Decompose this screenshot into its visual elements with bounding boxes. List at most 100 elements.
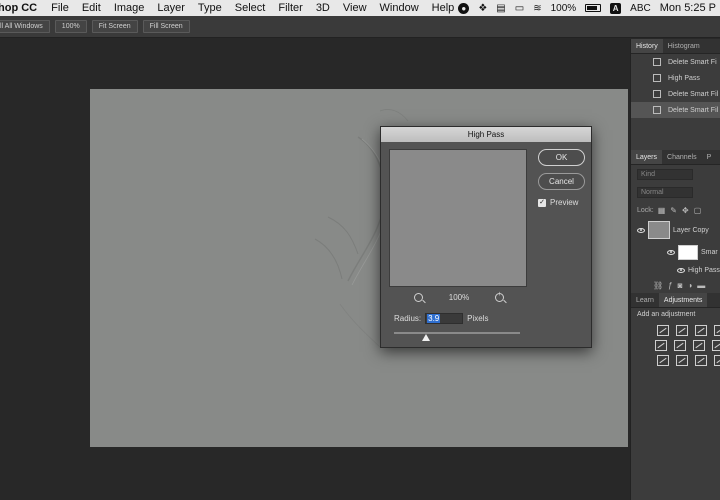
ok-button[interactable]: OK	[538, 149, 585, 166]
lock-artboard-icon[interactable]: ▢	[694, 206, 702, 215]
layer-row[interactable]: Layer Copy	[631, 219, 720, 241]
radius-input[interactable]: 3.9	[425, 313, 464, 324]
extension-icon[interactable]: ▤	[496, 3, 505, 14]
history-item-active[interactable]: Delete Smart Fil	[631, 102, 720, 118]
posterize-icon[interactable]	[676, 355, 688, 366]
new-group-icon[interactable]: ▬	[697, 281, 705, 290]
link-layers-icon[interactable]: ⛓	[653, 281, 663, 290]
dropbox-icon[interactable]: ❖	[478, 3, 487, 14]
input-source-icon[interactable]: A	[610, 2, 622, 14]
preview-checkbox[interactable]: ✓	[538, 198, 546, 207]
zoom-out-icon[interactable]: −	[414, 291, 423, 302]
hue-saturation-icon[interactable]	[674, 340, 686, 351]
gradient-map-icon[interactable]	[714, 355, 720, 366]
filter-mask-thumbnail	[678, 244, 698, 260]
dialog-title[interactable]: High Pass	[381, 127, 591, 142]
black-white-icon[interactable]	[712, 340, 720, 351]
wifi-icon[interactable]: ≋	[533, 3, 541, 14]
fill-screen-button[interactable]: Fill Screen	[142, 20, 190, 33]
menu-file[interactable]: File	[51, 2, 69, 14]
color-balance-icon[interactable]	[693, 340, 705, 351]
menu-image[interactable]: Image	[114, 2, 145, 14]
levels-icon[interactable]	[676, 325, 688, 336]
preview-label: Preview	[550, 198, 579, 207]
menu-view[interactable]: View	[343, 2, 367, 14]
layer-name[interactable]: Layer Copy	[673, 227, 709, 234]
radius-value: 3.9	[427, 314, 441, 323]
tab-channels[interactable]: Channels	[662, 150, 702, 164]
menu-window[interactable]: Window	[380, 2, 419, 14]
blend-mode-select[interactable]: Normal	[637, 186, 693, 198]
tab-adjustments[interactable]: Adjustments	[658, 293, 708, 307]
radius-slider-track[interactable]	[394, 332, 520, 334]
menu-3d[interactable]: 3D	[316, 2, 330, 14]
layer-filter-row: Kind	[631, 165, 720, 183]
zoom-in-icon[interactable]: +	[495, 291, 504, 302]
record-icon[interactable]: ●	[458, 2, 470, 14]
battery-icon[interactable]	[585, 4, 602, 12]
visibility-eye-icon[interactable]	[667, 249, 675, 255]
zoom-controls: − 100% +	[414, 291, 504, 302]
lock-transparent-icon[interactable]: ▦	[658, 206, 666, 215]
clock[interactable]: Mon 5:25 P	[660, 2, 716, 14]
cancel-button[interactable]: Cancel	[538, 173, 585, 190]
panel-spacer	[631, 118, 720, 150]
lock-position-icon[interactable]: ✥	[682, 206, 689, 215]
radius-label: Radius:	[394, 314, 422, 323]
fit-screen-button[interactable]: Fit Screen	[91, 20, 138, 33]
history-step-icon	[653, 58, 661, 66]
vibrance-icon[interactable]	[655, 340, 667, 351]
menu-edit[interactable]: Edit	[82, 2, 101, 14]
history-step-icon	[653, 106, 661, 114]
zoom-100-button[interactable]: 100%	[54, 20, 87, 33]
history-list: Delete Smart Fi High Pass Delete Smart F…	[631, 54, 720, 118]
tab-histogram[interactable]: Histogram	[663, 39, 705, 53]
menu-layer[interactable]: Layer	[157, 2, 185, 14]
filter-preview-window[interactable]	[389, 149, 527, 287]
new-adjustment-icon[interactable]: ◑	[687, 281, 692, 290]
visibility-eye-icon[interactable]	[677, 267, 685, 273]
smart-filters-row[interactable]: Smar	[631, 241, 720, 263]
history-panel-tabs: History Histogram	[631, 39, 720, 54]
exposure-icon[interactable]	[714, 325, 720, 336]
brightness-contrast-icon[interactable]	[657, 325, 669, 336]
radius-slider-thumb[interactable]	[421, 334, 430, 341]
zoom-level: 100%	[448, 293, 470, 302]
layer-style-icon[interactable]: ƒ	[668, 281, 672, 290]
airplay-icon[interactable]: ▭	[515, 3, 524, 14]
history-item[interactable]: Delete Smart Fi	[631, 54, 720, 70]
history-step-icon	[653, 90, 661, 98]
invert-icon[interactable]	[657, 355, 669, 366]
input-source-label[interactable]: ABC	[630, 3, 651, 14]
lock-row: Lock: ▦ ✎ ✥ ▢	[631, 201, 720, 219]
tab-learn[interactable]: Learn	[631, 293, 659, 307]
layers-footer: ⛓ ƒ ◙ ◑ ▬	[631, 277, 720, 293]
app-menu[interactable]: hop CC	[0, 2, 37, 14]
filter-name[interactable]: High Pass	[688, 267, 720, 274]
history-item[interactable]: Delete Smart Fil	[631, 86, 720, 102]
layer-kind-filter[interactable]: Kind	[637, 168, 693, 180]
curves-icon[interactable]	[695, 325, 707, 336]
tab-layers[interactable]: Layers	[631, 150, 663, 164]
tab-paths[interactable]: P	[702, 150, 717, 164]
lock-image-icon[interactable]: ✎	[670, 206, 677, 215]
menu-type[interactable]: Type	[198, 2, 222, 14]
menu-filter[interactable]: Filter	[278, 2, 302, 14]
menu-help[interactable]: Help	[432, 2, 455, 14]
layer-footer-icons: ⛓ ƒ ◙ ◑ ▬	[653, 281, 705, 290]
menu-select[interactable]: Select	[235, 2, 266, 14]
adjustment-icons-row-2	[631, 336, 720, 351]
tab-history[interactable]: History	[631, 39, 663, 53]
scroll-all-windows-button[interactable]: ll All Windows	[0, 20, 50, 33]
visibility-eye-icon[interactable]	[637, 227, 645, 233]
radius-row: Radius: 3.9 Pixels	[394, 313, 488, 324]
battery-percent: 100%	[550, 2, 577, 14]
add-mask-icon[interactable]: ◙	[678, 281, 683, 290]
filter-row[interactable]: High Pass	[631, 263, 720, 277]
lock-label: Lock:	[637, 206, 654, 214]
threshold-icon[interactable]	[695, 355, 707, 366]
history-item[interactable]: High Pass	[631, 70, 720, 86]
menu-bar: hop CC File Edit Image Layer Type Select…	[0, 0, 720, 16]
preview-toggle[interactable]: ✓ Preview	[538, 198, 578, 207]
unit-label: Pixels	[467, 314, 489, 323]
